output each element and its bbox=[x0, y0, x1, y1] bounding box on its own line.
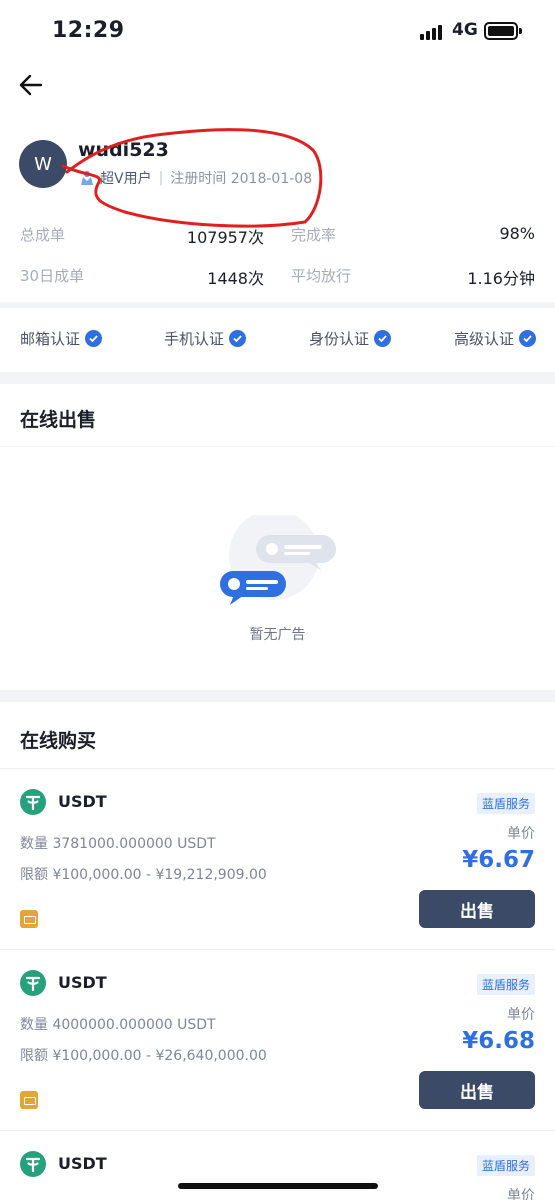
empty-state-text: 暂无广告 bbox=[249, 627, 306, 643]
divider bbox=[0, 446, 555, 447]
empty-chat-icon bbox=[220, 515, 336, 605]
list-item[interactable]: USDT 蓝盾服务 数量 4000000.000000 USDT 限额 ¥100… bbox=[0, 949, 555, 1129]
user-type: 超V用户 bbox=[100, 171, 152, 187]
battery-icon bbox=[484, 22, 522, 40]
verify-advanced: 高级认证 bbox=[454, 328, 537, 349]
verify-phone-label: 手机认证 bbox=[164, 330, 225, 348]
coin-name: USDT bbox=[58, 973, 107, 992]
network-type: 4G bbox=[452, 20, 478, 40]
stat-value-30day: 1448次 bbox=[207, 269, 264, 288]
stat-label-release: 平均放行 bbox=[291, 267, 352, 285]
verify-email-label: 邮箱认证 bbox=[20, 330, 81, 348]
buy-section-title: 在线购买 bbox=[20, 730, 97, 752]
sell-button[interactable]: 出售 bbox=[419, 890, 535, 928]
verify-advanced-label: 高级认证 bbox=[454, 330, 515, 348]
stat-label-30day: 30日成单 bbox=[20, 267, 85, 285]
meta-separator: | bbox=[158, 170, 164, 186]
quantity: 数量 4000000.000000 USDT bbox=[20, 1017, 216, 1033]
verified-check-icon bbox=[374, 330, 392, 347]
verify-identity-label: 身份认证 bbox=[309, 330, 370, 348]
unit-price-label: 单价 bbox=[507, 826, 535, 842]
tether-icon bbox=[20, 1151, 46, 1177]
verify-phone: 手机认证 bbox=[164, 328, 247, 349]
list-item[interactable]: USDT 蓝盾服务 数量 3781000.000000 USDT 限额 ¥100… bbox=[0, 768, 555, 948]
limit: 限额 ¥100,000.00 - ¥26,640,000.00 bbox=[20, 1048, 267, 1064]
stat-label-total: 总成单 bbox=[20, 226, 66, 244]
coin-name: USDT bbox=[58, 1154, 107, 1173]
register-date: 注册时间 2018-01-08 bbox=[170, 171, 313, 187]
tether-icon bbox=[20, 970, 46, 996]
verified-check-icon bbox=[519, 330, 537, 347]
section-divider bbox=[0, 372, 555, 384]
verify-email: 邮箱认证 bbox=[20, 328, 103, 349]
section-divider bbox=[0, 690, 555, 702]
signal-icon bbox=[420, 22, 446, 40]
user-meta: 超V用户 | 注册时间 2018-01-08 bbox=[78, 168, 312, 188]
service-badge: 蓝盾服务 bbox=[476, 974, 535, 995]
unit-price-label: 单价 bbox=[507, 1188, 535, 1200]
tether-icon bbox=[20, 789, 46, 815]
service-badge: 蓝盾服务 bbox=[476, 793, 535, 814]
payment-card-icon bbox=[20, 910, 38, 928]
verify-identity: 身份认证 bbox=[309, 328, 392, 349]
unit-price-label: 单价 bbox=[507, 1007, 535, 1023]
status-time: 12:29 bbox=[52, 18, 125, 43]
quantity: 数量 3781000.000000 USDT bbox=[20, 836, 216, 852]
stat-value-rate: 98% bbox=[499, 224, 535, 243]
divider bbox=[0, 302, 555, 308]
super-v-icon bbox=[81, 171, 93, 185]
service-badge: 蓝盾服务 bbox=[476, 1155, 535, 1176]
status-bar: 12:29 4G bbox=[0, 0, 555, 62]
username: wudi523 bbox=[78, 139, 169, 161]
back-arrow-icon[interactable] bbox=[16, 70, 46, 100]
sell-button[interactable]: 出售 bbox=[419, 1071, 535, 1109]
home-indicator[interactable] bbox=[178, 1183, 378, 1189]
payment-card-icon bbox=[20, 1091, 38, 1109]
limit: 限额 ¥100,000.00 - ¥19,212,909.00 bbox=[20, 867, 267, 883]
verified-check-icon bbox=[85, 330, 103, 347]
stat-value-total: 107957次 bbox=[186, 228, 264, 247]
list-item[interactable]: USDT 蓝盾服务 单价 bbox=[0, 1130, 555, 1200]
unit-price: ¥6.68 bbox=[462, 1028, 535, 1054]
coin-name: USDT bbox=[58, 792, 107, 811]
avatar: W bbox=[19, 140, 67, 188]
stat-value-release: 1.16分钟 bbox=[467, 269, 535, 288]
verified-check-icon bbox=[229, 330, 247, 347]
stat-label-rate: 完成率 bbox=[291, 226, 337, 244]
sell-section-title: 在线出售 bbox=[20, 409, 97, 431]
unit-price: ¥6.67 bbox=[462, 847, 535, 873]
